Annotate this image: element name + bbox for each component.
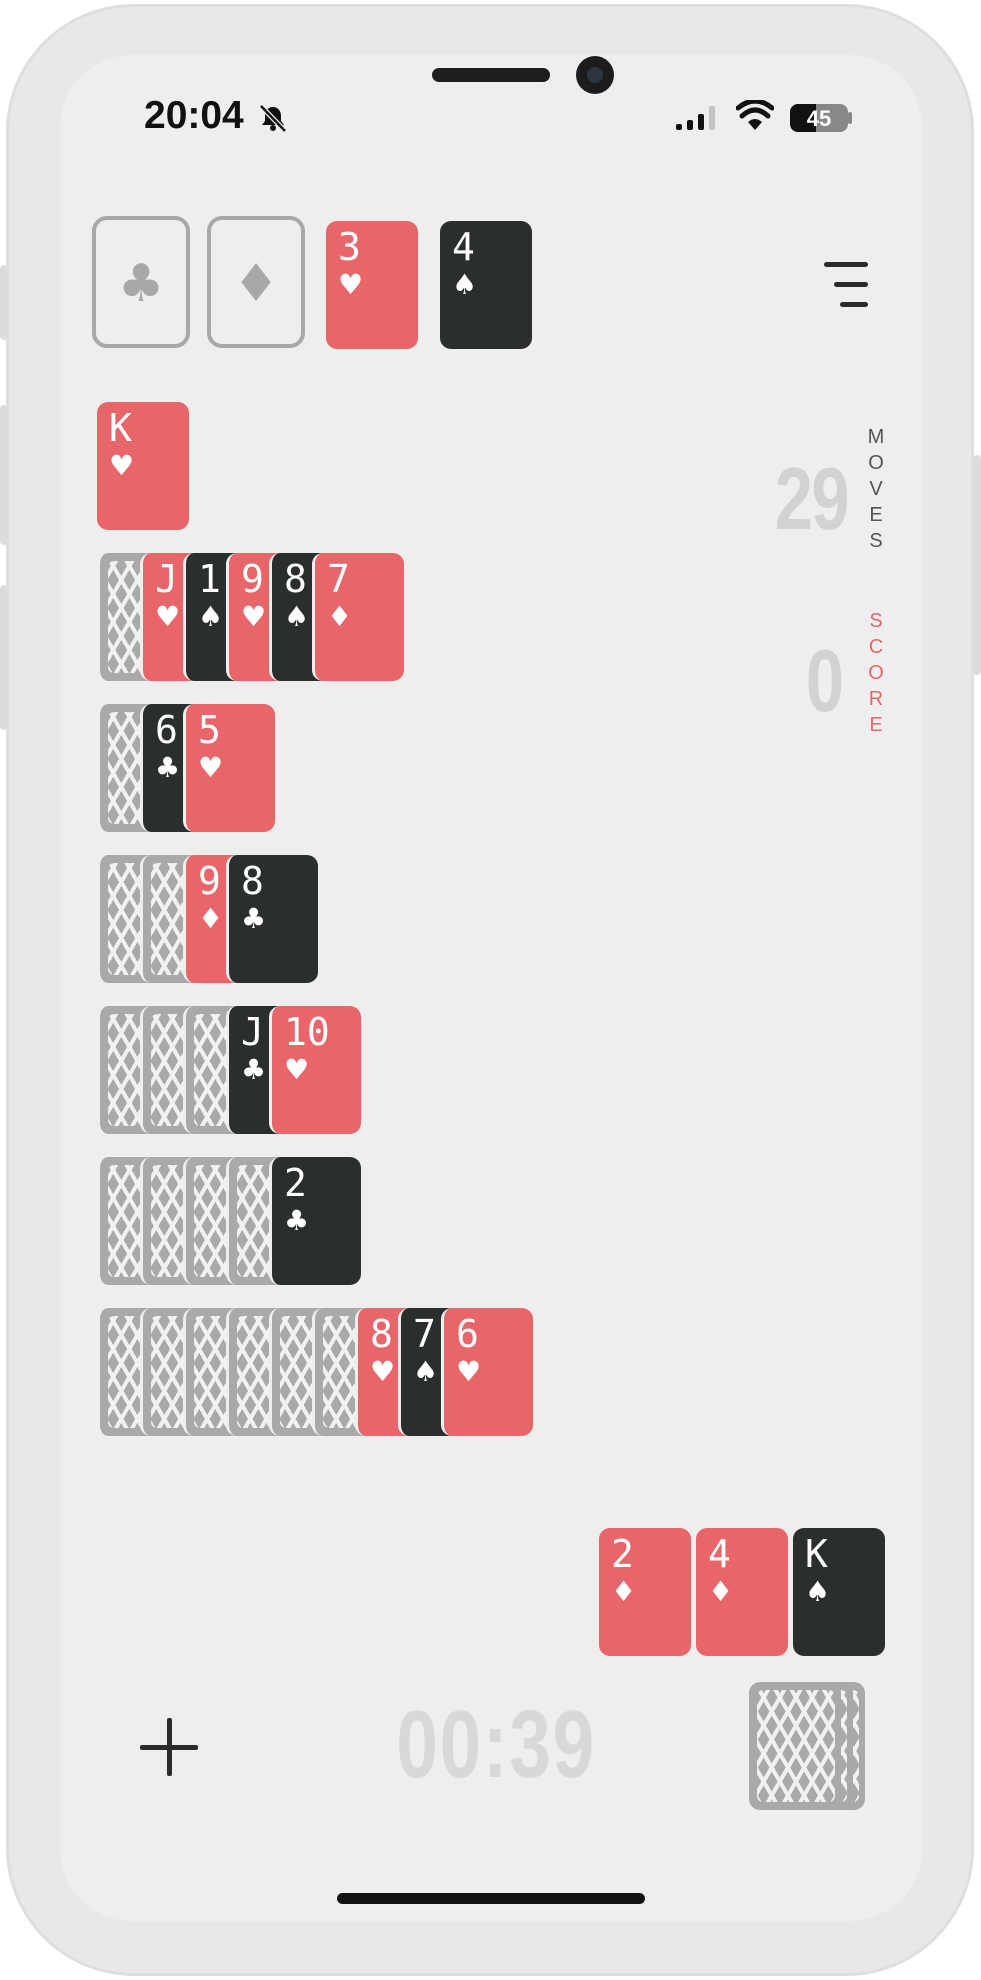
club-icon: ♣ — [284, 1204, 310, 1237]
tableau-card[interactable]: 10 ♥ — [269, 1006, 361, 1134]
menu-line — [840, 302, 868, 307]
tableau-card[interactable]: K ♥ — [97, 402, 189, 530]
card-rank: 4 — [452, 225, 475, 269]
card-rank: 6 — [155, 708, 178, 752]
card-back — [749, 1682, 841, 1810]
card-rank: J — [241, 1010, 264, 1054]
heart-icon: ♥ — [241, 600, 267, 633]
menu-icon[interactable] — [824, 262, 868, 308]
spade-icon: ♠ — [805, 1575, 831, 1608]
speaker-grille — [432, 68, 550, 82]
card-rank: 4 — [708, 1532, 731, 1576]
side-button — [973, 455, 981, 675]
side-button — [0, 265, 8, 340]
club-icon: ♣ — [241, 1053, 267, 1086]
front-camera — [576, 56, 614, 94]
home-indicator[interactable] — [337, 1893, 645, 1904]
tableau-card[interactable]: 5 ♥ — [183, 704, 275, 832]
card-back-pattern — [757, 1690, 835, 1802]
tableau-card[interactable]: 2 ♣ — [269, 1157, 361, 1285]
foundation-slot-diamonds[interactable]: ♦ — [207, 216, 305, 348]
diamond-icon: ♦ — [327, 600, 353, 633]
card-rank: 8 — [241, 859, 264, 903]
moves-count: 29 — [774, 449, 850, 548]
label-letter: E — [869, 714, 883, 736]
menu-line — [824, 262, 868, 267]
club-icon: ♣ — [155, 751, 181, 784]
tableau-card[interactable]: 8 ♣ — [226, 855, 318, 983]
battery-icon: 45 — [790, 104, 848, 132]
card-rank: 7 — [327, 557, 350, 601]
diamond-icon: ♦ — [708, 1575, 734, 1608]
heart-icon: ♥ — [370, 1355, 396, 1388]
card-rank: 6 — [456, 1312, 479, 1356]
card-rank: 9 — [198, 859, 221, 903]
club-icon: ♣ — [241, 902, 267, 935]
diamond-icon: ♦ — [611, 1575, 637, 1608]
tableau-card[interactable]: 7 ♦ — [312, 553, 404, 681]
diamond-icon: ♦ — [198, 902, 224, 935]
diamond-icon: ♦ — [232, 254, 280, 314]
foundation-card-spades[interactable]: 4 ♠ — [440, 221, 532, 349]
label-letter: V — [869, 478, 883, 500]
label-letter: C — [868, 636, 884, 658]
label-letter: S — [869, 530, 883, 552]
score-value: 0 — [805, 631, 844, 730]
label-letter: E — [869, 504, 883, 526]
label-letter: O — [868, 452, 884, 474]
card-rank: 8 — [370, 1312, 393, 1356]
side-button — [0, 405, 8, 545]
plus-horizontal — [140, 1745, 198, 1750]
card-rank: 2 — [611, 1532, 634, 1576]
wifi-icon — [736, 100, 774, 130]
heart-icon: ♥ — [109, 449, 135, 482]
heart-icon: ♥ — [198, 751, 224, 784]
heart-icon: ♥ — [155, 600, 181, 633]
card-rank: J — [155, 557, 178, 601]
waste-card[interactable]: 2 ♦ — [599, 1528, 691, 1656]
score-label: SCORE — [864, 608, 888, 738]
club-icon: ♣ — [117, 254, 165, 314]
card-rank: 7 — [413, 1312, 436, 1356]
menu-line — [834, 282, 868, 287]
spade-icon: ♠ — [413, 1355, 439, 1388]
card-rank: 2 — [284, 1161, 307, 1205]
heart-icon: ♥ — [456, 1355, 482, 1388]
card-rank: 5 — [198, 708, 221, 752]
spade-icon: ♠ — [284, 600, 310, 633]
label-letter: M — [867, 426, 885, 448]
spade-icon: ♠ — [452, 268, 478, 301]
label-letter: R — [868, 688, 884, 710]
card-rank: K — [805, 1532, 828, 1576]
card-rank: 9 — [241, 557, 264, 601]
waste-card[interactable]: K ♠ — [793, 1528, 885, 1656]
battery-tip — [848, 112, 852, 124]
card-rank: 3 — [338, 225, 361, 269]
heart-icon: ♥ — [284, 1053, 310, 1086]
foundation-card-hearts[interactable]: 3 ♥ — [326, 221, 418, 349]
battery-percent: 45 — [806, 106, 832, 131]
waste-card[interactable]: 4 ♦ — [696, 1528, 788, 1656]
side-button — [0, 585, 8, 730]
cellular-signal-icon — [676, 106, 715, 130]
bell-muted-icon — [259, 104, 287, 133]
label-letter: S — [869, 610, 883, 632]
card-rank: 1 — [198, 557, 221, 601]
card-rank: 10 — [284, 1010, 330, 1054]
label-letter: O — [868, 662, 884, 684]
card-rank: K — [109, 406, 132, 450]
spade-icon: ♠ — [198, 600, 224, 633]
moves-label: MOVES — [864, 424, 888, 554]
card-rank: 8 — [284, 557, 307, 601]
heart-icon: ♥ — [338, 268, 364, 301]
tableau-card[interactable]: 6 ♥ — [441, 1308, 533, 1436]
status-time: 20:04 — [144, 94, 244, 137]
plus-icon[interactable] — [140, 1718, 198, 1776]
game-timer: 00:39 — [396, 1691, 596, 1798]
foundation-slot-clubs[interactable]: ♣ — [92, 216, 190, 348]
